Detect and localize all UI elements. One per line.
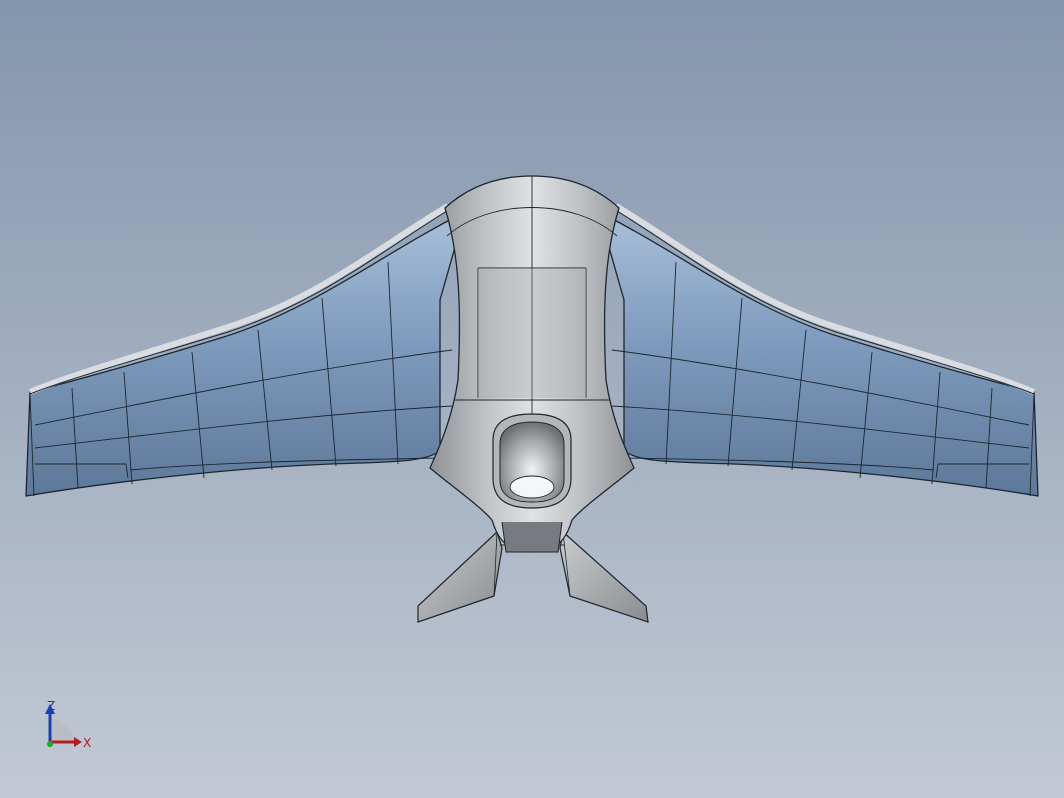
x-axis-label: X xyxy=(83,736,91,750)
cockpit-opening[interactable] xyxy=(492,413,572,553)
triad-xz-plane xyxy=(50,718,76,742)
y-axis-dot-icon xyxy=(47,741,53,747)
orientation-triad[interactable]: Z X xyxy=(36,694,106,758)
z-axis-label: Z xyxy=(47,699,55,713)
center-bay-panel xyxy=(478,268,586,398)
model-view[interactable] xyxy=(0,0,1064,798)
x-axis-arrow-icon xyxy=(74,737,82,747)
graphics-viewport[interactable]: Z X xyxy=(0,0,1064,798)
